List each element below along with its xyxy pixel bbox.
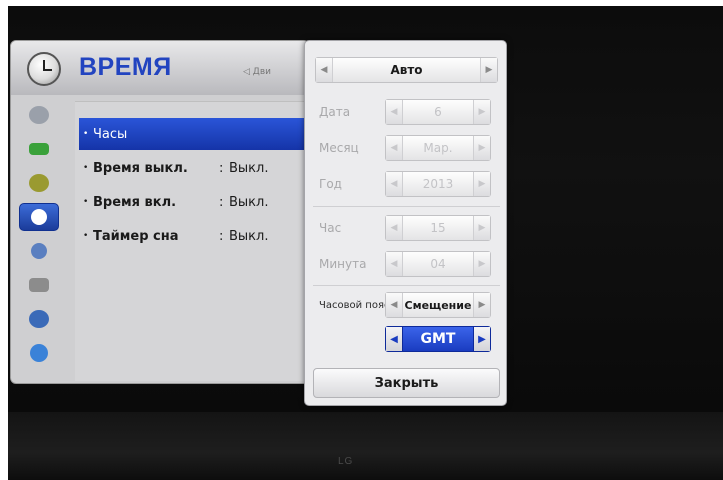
tv-screen-icon[interactable] [19, 135, 59, 163]
mode-value: Авто [332, 58, 481, 82]
arrow-left-icon[interactable]: ◀ [386, 100, 402, 124]
setting-value: Выкл. [229, 160, 269, 176]
gmt-stepper[interactable]: ◀ GMT ▶ [385, 326, 491, 352]
tv-brand-logo: LG [338, 456, 354, 467]
mode-row: ◀ Авто ▶ [305, 57, 508, 93]
minute-stepper[interactable]: ◀ 04 ▶ [385, 251, 491, 277]
year-stepper[interactable]: ◀ 2013 ▶ [385, 171, 491, 197]
hour-label: Час [319, 221, 342, 235]
tv-bottom-bezel [8, 412, 723, 480]
setting-row-clock[interactable]: • Часы [79, 118, 309, 150]
clock-settings-popup: ◀ Авто ▶ Дата ◀ 6 ▶ Месяц ◀ Мар. ▶ Год ◀… [304, 40, 507, 406]
arrow-right-icon[interactable]: ▶ [474, 136, 490, 160]
setting-value: Выкл. [229, 194, 269, 210]
zone-value: GMT [402, 327, 474, 351]
clock-icon[interactable] [19, 203, 59, 231]
divider [313, 206, 500, 207]
date-stepper[interactable]: ◀ 6 ▶ [385, 99, 491, 125]
month-label: Месяц [319, 141, 359, 155]
arrow-right-icon[interactable]: ▶ [474, 216, 490, 240]
arrow-right-icon[interactable]: ▶ [474, 100, 490, 124]
navigation-hint: ◁ Дви [243, 67, 271, 77]
year-value: 2013 [402, 172, 474, 196]
arrow-right-icon[interactable]: ▶ [481, 58, 497, 82]
arrow-left-icon[interactable]: ◀ [386, 216, 402, 240]
close-button[interactable]: Закрыть [313, 368, 500, 398]
date-value: 6 [402, 100, 474, 124]
hour-row: Час ◀ 15 ▶ [305, 211, 508, 247]
month-value: Мар. [402, 136, 474, 160]
setting-value: Выкл. [229, 228, 269, 244]
minute-row: Минута ◀ 04 ▶ [305, 247, 508, 283]
hour-stepper[interactable]: ◀ 15 ▶ [385, 215, 491, 241]
arrow-left-icon[interactable]: ◀ [386, 327, 402, 351]
tv-frame: LG ВРЕМЯ ◁ Дви • Часы • Время выкл.: Вы… [0, 0, 723, 480]
arrow-right-icon[interactable]: ▶ [474, 172, 490, 196]
month-row: Месяц ◀ Мар. ▶ [305, 131, 508, 167]
setting-row-sleep-timer[interactable]: • Таймер сна : Выкл. [79, 220, 309, 252]
time-menu-panel: ВРЕМЯ ◁ Дви • Часы • Время выкл. : Выкл. [10, 40, 310, 384]
network-icon[interactable] [19, 305, 59, 333]
arrow-left-icon[interactable]: ◀ [386, 293, 402, 317]
lock-icon[interactable] [19, 237, 59, 265]
arrow-left-icon[interactable]: ◀ [386, 172, 402, 196]
setting-label: Таймер сна [93, 228, 179, 244]
minute-label: Минута [319, 257, 367, 271]
divider [313, 285, 500, 286]
date-row: Дата ◀ 6 ▶ [305, 95, 508, 131]
options-icon[interactable] [19, 271, 59, 299]
timezone-stepper[interactable]: ◀ Смещение ▶ [385, 292, 491, 318]
speaker-icon[interactable] [19, 169, 59, 197]
clock-icon [27, 52, 61, 86]
menu-header: ВРЕМЯ ◁ Дви [11, 41, 309, 95]
arrow-left-icon[interactable]: ◀ [386, 252, 402, 276]
picture-icon[interactable] [19, 101, 59, 129]
mode-stepper[interactable]: ◀ Авто ▶ [315, 57, 498, 83]
date-label: Дата [319, 105, 351, 119]
setting-label: Время выкл. [93, 160, 188, 176]
help-icon[interactable] [19, 339, 59, 367]
arrow-left-icon[interactable]: ◀ [386, 136, 402, 160]
zone-row: ◀ GMT ▶ [305, 322, 508, 358]
arrow-right-icon[interactable]: ▶ [474, 293, 490, 317]
time-settings-list: • Часы • Время выкл. : Выкл. • Время вкл… [75, 101, 309, 381]
timezone-row: Часовой пояс ◀ Смещение ▶ [305, 288, 508, 324]
timezone-label: Часовой пояс [319, 300, 390, 311]
setting-row-on-time[interactable]: • Время вкл. : Выкл. [79, 186, 309, 218]
setting-label: Часы [93, 126, 128, 142]
arrow-right-icon[interactable]: ▶ [474, 327, 490, 351]
hour-value: 15 [402, 216, 474, 240]
menu-title: ВРЕМЯ [79, 53, 172, 81]
arrow-right-icon[interactable]: ▶ [474, 252, 490, 276]
minute-value: 04 [402, 252, 474, 276]
year-label: Год [319, 177, 342, 191]
category-sidebar [15, 97, 71, 383]
timezone-value: Смещение [402, 293, 474, 317]
arrow-left-icon[interactable]: ◀ [316, 58, 332, 82]
year-row: Год ◀ 2013 ▶ [305, 167, 508, 203]
setting-row-off-time[interactable]: • Время выкл. : Выкл. [79, 152, 309, 184]
setting-label: Время вкл. [93, 194, 177, 210]
month-stepper[interactable]: ◀ Мар. ▶ [385, 135, 491, 161]
